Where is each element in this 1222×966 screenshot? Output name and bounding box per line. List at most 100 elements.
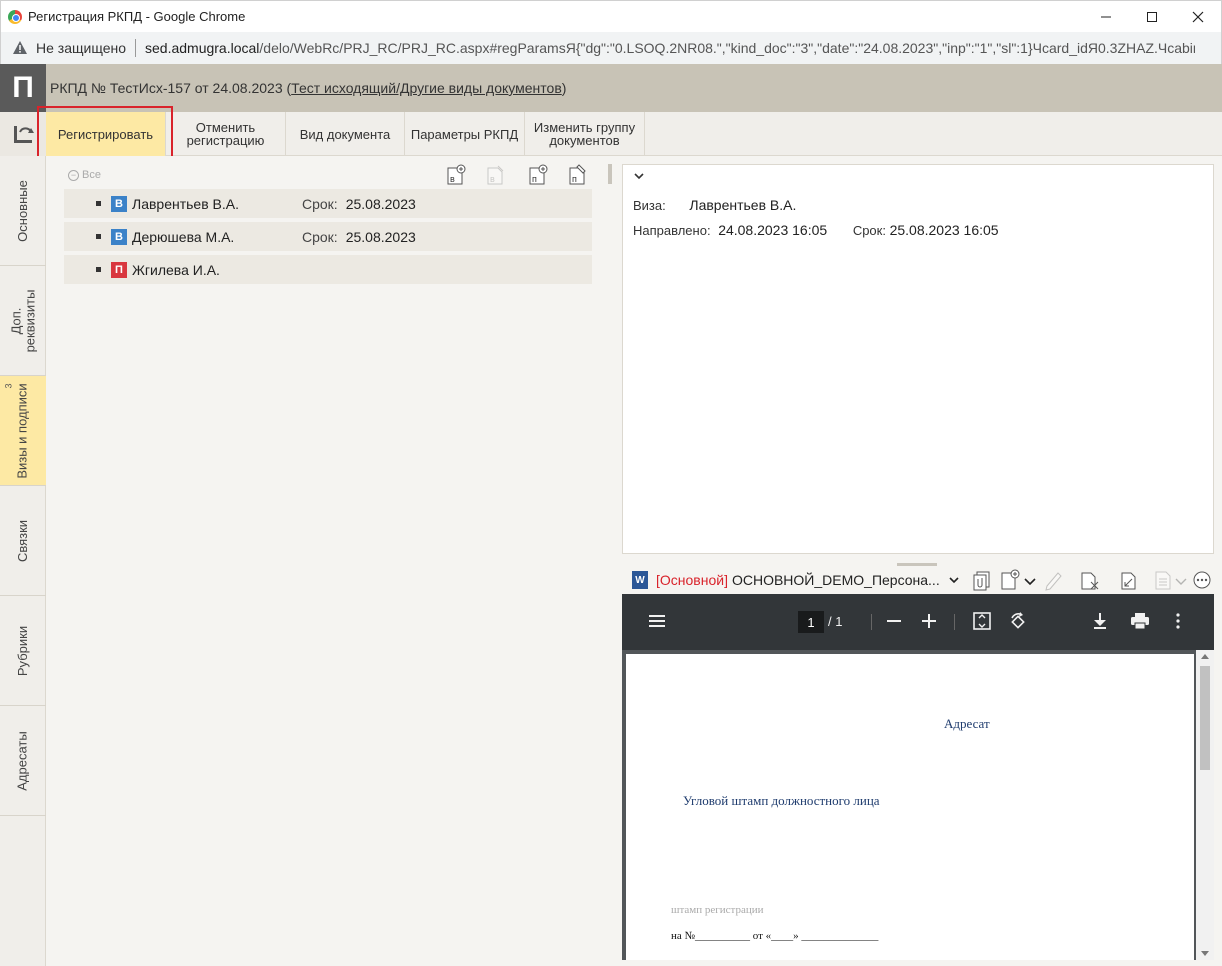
print-button[interactable]: [1130, 612, 1150, 630]
list-header: − Все в в п п: [46, 156, 612, 188]
attach-button[interactable]: [972, 569, 992, 591]
side-tabs: Основные Доп. реквизиты 3 Визы и подписи …: [0, 156, 46, 966]
address-bar[interactable]: Не защищено sed.admugra.local/delo/WebRc…: [0, 32, 1222, 64]
row-name: Лаврентьев В.А.: [132, 195, 239, 212]
toolbar: Регистрировать Отменить регистрацию Вид д…: [0, 112, 1222, 156]
add-file-icon: [1001, 569, 1020, 590]
rkpd-params-button[interactable]: Параметры РКПД: [405, 112, 525, 156]
visa-label: Виза:: [633, 198, 666, 213]
pdf-corner-stamp: Угловой штамп должностного лица: [683, 793, 880, 808]
row-srok: 25.08.2023: [345, 228, 416, 245]
row-srok-label: Срок:: [302, 228, 338, 245]
edit-file-button[interactable]: [1044, 569, 1064, 591]
download-button[interactable]: [1091, 612, 1109, 630]
minimize-button[interactable]: [1083, 1, 1129, 33]
file-props-dropdown[interactable]: [1174, 569, 1188, 591]
row-bullet: [96, 267, 101, 272]
chrome-icon: [8, 9, 22, 24]
tab-extra-props[interactable]: Доп. реквизиты: [0, 266, 46, 376]
row-name: Дерюшева М.А.: [132, 228, 235, 245]
window-title-bar: Регистрация РКПД - Google Chrome: [0, 0, 1222, 32]
tab-main[interactable]: Основные: [0, 156, 46, 266]
file-name[interactable]: ОСНОВНОЙ_DEMO_Персона...: [732, 572, 940, 588]
change-group-line2: документов: [549, 133, 620, 148]
card-title-suffix: ): [561, 80, 567, 96]
add-signer-button[interactable]: п: [528, 164, 548, 186]
delete-file-button[interactable]: [1080, 569, 1100, 591]
change-group-button[interactable]: Изменить группу документов: [525, 112, 645, 156]
highlight-frame: [37, 106, 173, 160]
visa-list-panel: − Все в в п п В Лаврентьев В.А. Срок: 25…: [46, 156, 612, 966]
plus-icon: [922, 614, 936, 628]
edit-signer-button[interactable]: п: [568, 164, 588, 186]
chevron-down-icon[interactable]: [633, 171, 645, 181]
doc-group-link[interactable]: Тест исходящий/Другие виды документов: [291, 80, 562, 96]
pdf-scrollbar[interactable]: [1196, 650, 1214, 960]
maximize-icon: [1147, 12, 1157, 22]
visa-row[interactable]: В Дерюшева М.А. Срок: 25.08.2023: [64, 222, 592, 251]
warning-icon[interactable]: [12, 40, 28, 56]
more-button[interactable]: [1192, 569, 1212, 591]
pdf-scroll-thumb[interactable]: [1200, 666, 1210, 770]
add-file-button[interactable]: [1000, 569, 1020, 591]
collapse-all-toggle[interactable]: − Все: [68, 169, 101, 181]
svg-text:п: п: [532, 174, 537, 184]
sent-value: 24.08.2023 16:05: [718, 222, 828, 238]
document-icon: [1155, 571, 1171, 590]
pdf-page-total: / 1: [828, 614, 843, 629]
zoom-out-button[interactable]: [886, 612, 902, 630]
detail-srok-value: 25.08.2023 16:05: [889, 222, 999, 238]
visa-value: Лаврентьев В.А.: [689, 197, 797, 213]
pdf-more-button[interactable]: [1174, 612, 1182, 630]
expand-file-button[interactable]: [1120, 569, 1140, 591]
cancel-registration-button[interactable]: Отменить регистрацию: [166, 112, 286, 156]
add-visa-button[interactable]: в: [446, 164, 466, 186]
file-props-button[interactable]: [1154, 569, 1174, 591]
edit-visa-button[interactable]: в: [486, 164, 506, 186]
file-dropdown-chevron-icon[interactable]: [948, 575, 960, 585]
tab-visas-label: Визы и подписи: [15, 382, 31, 479]
file-bar: W [Основной] ОСНОВНОЙ_DEMO_Персона...: [622, 566, 1214, 594]
close-button[interactable]: [1175, 1, 1221, 33]
tab-addressees[interactable]: Адресаты: [0, 706, 46, 816]
hamburger-icon: [649, 615, 665, 627]
url-text[interactable]: sed.admugra.local/delo/WebRc/PRJ_RC/PRJ_…: [145, 40, 1195, 56]
maximize-button[interactable]: [1129, 1, 1175, 33]
tab-visas-count: 3: [3, 383, 14, 389]
visa-field: Виза: Лаврентьев В.А.: [633, 197, 796, 213]
doc-type-button[interactable]: Вид документа: [286, 112, 405, 156]
tab-extra-line1: Доп.: [8, 307, 23, 334]
window-title: Регистрация РКПД - Google Chrome: [28, 9, 246, 24]
rotate-button[interactable]: [1008, 612, 1028, 630]
svg-text:п: п: [572, 174, 577, 184]
tab-rubrics-label: Рубрики: [15, 625, 30, 676]
sent-field: Направлено: 24.08.2023 16:05 Срок: 25.08…: [633, 222, 999, 238]
minimize-icon: [1101, 16, 1111, 18]
zoom-in-button[interactable]: [921, 612, 937, 630]
tab-visas[interactable]: 3 Визы и подписи: [0, 376, 46, 486]
fit-page-button[interactable]: [972, 612, 992, 630]
url-host: sed.admugra.local: [145, 40, 260, 56]
pdf-reference-line: на №__________ от «____» ______________: [671, 930, 879, 942]
app-logo: П: [0, 64, 46, 112]
pdf-addressee: Адресат: [944, 716, 990, 731]
pdf-divider: [871, 614, 872, 630]
detail-srok-label: Срок:: [852, 223, 886, 238]
pdf-menu-button[interactable]: [648, 612, 666, 630]
minus-icon: [887, 620, 901, 622]
signer-row[interactable]: П Жгилева И.А.: [64, 255, 592, 284]
pdf-page: Адресат Угловой штамп должностного лица …: [626, 654, 1194, 960]
visa-row[interactable]: В Лаврентьев В.А. Срок: 25.08.2023: [64, 189, 592, 218]
more-options-icon: [1193, 571, 1211, 589]
sent-label: Направлено:: [633, 223, 711, 238]
tab-rubrics[interactable]: Рубрики: [0, 596, 46, 706]
visa-badge: В: [111, 228, 127, 245]
rotate-icon: [1011, 612, 1025, 629]
add-file-dropdown[interactable]: [1022, 569, 1038, 591]
tab-links-label: Связки: [14, 519, 30, 562]
row-name: Жгилева И.А.: [132, 261, 220, 278]
tab-links[interactable]: Связки: [0, 486, 46, 596]
pdf-page-input[interactable]: 1: [798, 611, 824, 633]
security-label[interactable]: Не защищено: [36, 40, 126, 56]
row-srok: 25.08.2023: [345, 195, 416, 212]
